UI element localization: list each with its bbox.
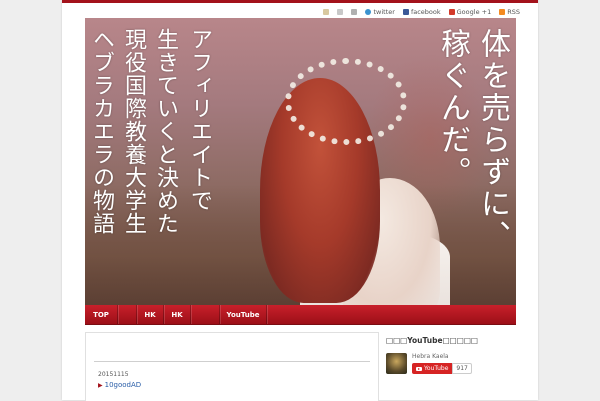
nav-item-blank-2[interactable]: [191, 305, 220, 324]
youtube-meta: Hebra Kaela YouTube 917: [412, 353, 472, 374]
post-date: 20151115: [98, 371, 129, 378]
pencil-icon: [323, 9, 330, 15]
sidebar: □□□YouTube□□□□□ Hebra Kaela YouTube 917: [386, 336, 516, 400]
rss-label: RSS: [507, 8, 520, 16]
googleplus-link[interactable]: Google +1: [448, 8, 492, 16]
top-accent-bar: [62, 0, 538, 3]
subscribe-widget: YouTube 917: [412, 363, 472, 374]
banner-subline-3: 現役国際教養大学生: [121, 28, 146, 235]
print-link[interactable]: [351, 9, 358, 15]
nav-item-blank-1[interactable]: [118, 305, 137, 324]
post-title-link[interactable]: ▶ 10goodAD: [98, 381, 141, 389]
channel-avatar[interactable]: [386, 353, 407, 374]
youtube-subscribe-button[interactable]: YouTube: [412, 363, 453, 374]
sidebar-widget-title: □□□YouTube□□□□□: [386, 336, 479, 345]
facebook-label: facebook: [410, 8, 441, 16]
twitter-icon: [365, 9, 372, 15]
channel-name[interactable]: Hebra Kaela: [412, 353, 472, 360]
header-banner[interactable]: 体を売らずに、 稼ぐんだ。 アフィリエイトで 生きていくと決めた 現役国際教養大…: [85, 18, 516, 305]
section-divider: [94, 361, 370, 362]
facebook-link[interactable]: facebook: [402, 8, 441, 16]
feed-link[interactable]: [337, 9, 344, 15]
googleplus-icon: [448, 9, 455, 15]
googleplus-label: Google +1: [456, 8, 492, 16]
printer-icon: [351, 9, 358, 15]
banner-subline-4: ヘブラカエラの物語: [89, 28, 114, 235]
edit-link[interactable]: [323, 9, 330, 15]
banner-subline-2: 生きていくと決めた: [153, 28, 178, 235]
nav-item-youtube[interactable]: YouTube: [220, 305, 267, 324]
subscribe-label: YouTube: [424, 365, 449, 372]
social-bar: twitter facebook Google +1 RSS: [323, 6, 520, 18]
global-nav: TOP HK HK YouTube: [85, 305, 516, 325]
main-content: 20151115 ▶ 10goodAD: [85, 332, 379, 401]
document-icon: [337, 9, 344, 15]
subscriber-count: 917: [452, 363, 472, 374]
nav-item-hk-1[interactable]: HK: [137, 305, 164, 324]
facebook-icon: [402, 9, 409, 15]
post-title: 10goodAD: [104, 381, 142, 389]
banner-headline-line-1: 体を売らずに、: [475, 28, 510, 252]
flower-crown: [285, 58, 407, 145]
rss-link[interactable]: RSS: [499, 8, 520, 16]
twitter-link[interactable]: twitter: [365, 8, 395, 16]
nav-item-top[interactable]: TOP: [85, 305, 118, 324]
twitter-label: twitter: [373, 8, 395, 16]
youtube-play-icon: [416, 366, 422, 371]
triangle-right-icon: ▶: [98, 381, 103, 389]
youtube-widget: Hebra Kaela YouTube 917: [386, 353, 516, 374]
nav-item-hk-2[interactable]: HK: [164, 305, 191, 324]
banner-headline-line-2: 稼ぐんだ。: [435, 28, 470, 188]
rss-icon: [499, 9, 506, 15]
banner-subline-1: アフィリエイトで: [187, 28, 212, 212]
